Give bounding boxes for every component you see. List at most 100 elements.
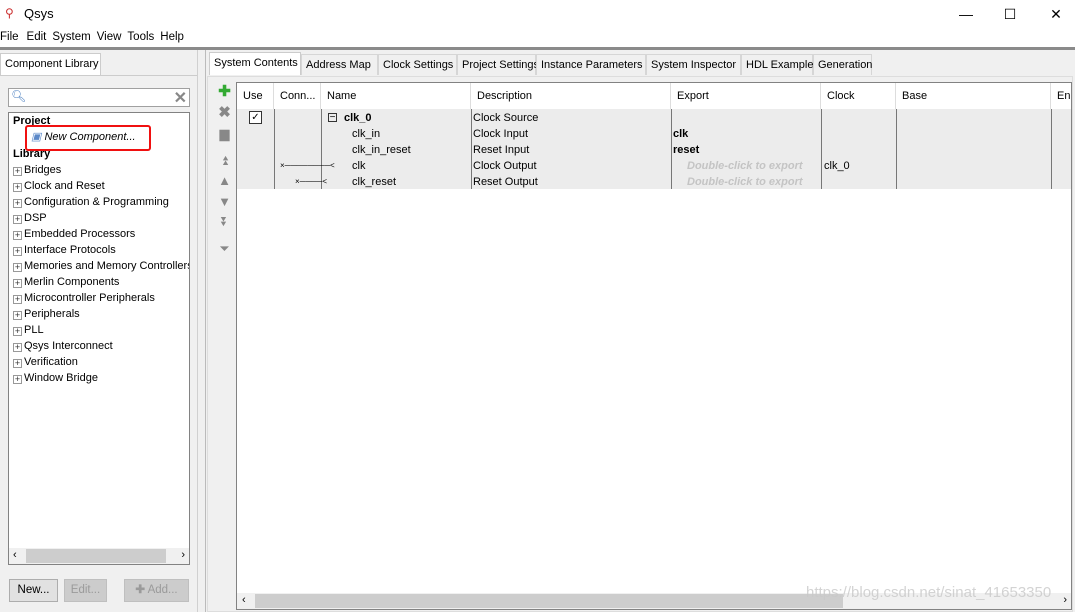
expand-icon[interactable]: + — [13, 263, 22, 272]
description-cell: Reset Input — [473, 144, 530, 156]
expand-icon[interactable]: + — [13, 327, 22, 336]
scroll-right-icon: › — [1063, 594, 1067, 606]
library-label: Library — [13, 148, 51, 160]
expand-icon[interactable]: + — [13, 247, 22, 256]
move-top-icon[interactable]: ⏫︎ — [217, 154, 232, 168]
library-item[interactable]: + DSP — [13, 212, 47, 224]
scrollbar-thumb[interactable] — [26, 549, 166, 563]
expand-icon[interactable]: + — [13, 375, 22, 384]
menu-file[interactable]: File — [0, 28, 23, 43]
column-divider — [274, 109, 275, 189]
tab-system-contents[interactable]: System Contents — [209, 52, 301, 75]
new-button[interactable]: New... — [9, 579, 58, 602]
column-divider — [1051, 109, 1052, 189]
column-header-end[interactable]: End — [1051, 83, 1071, 109]
library-item[interactable]: + Embedded Processors — [13, 228, 135, 240]
expand-icon[interactable]: + — [13, 279, 22, 288]
tab-component-library[interactable]: Component Library — [0, 53, 101, 76]
minimize-button[interactable]: — — [943, 0, 989, 28]
library-item[interactable]: + Memories and Memory Controllers — [13, 260, 189, 272]
collapse-icon[interactable]: − — [328, 113, 337, 123]
filter-icon[interactable]: ⏷ — [217, 242, 232, 256]
library-item[interactable]: + Interface Protocols — [13, 244, 116, 256]
use-checkbox[interactable]: ✓ — [249, 111, 262, 124]
connection-icon[interactable]: ×────< — [295, 174, 327, 190]
expand-icon[interactable]: + — [13, 183, 22, 192]
library-item[interactable]: + Merlin Components — [13, 276, 119, 288]
connection-icon[interactable]: ×────────< — [280, 158, 335, 174]
expand-icon[interactable]: + — [13, 231, 22, 240]
scroll-left-icon: ‹ — [13, 549, 17, 561]
tab-address-map[interactable]: Address Map — [301, 54, 378, 75]
tab-instance-parameters[interactable]: Instance Parameters — [536, 54, 646, 75]
library-item[interactable]: + PLL — [13, 324, 44, 336]
watermark: https://blog.csdn.net/sinat_41653350 — [806, 584, 1052, 601]
expand-icon[interactable]: + — [13, 359, 22, 368]
export-cell[interactable]: Double-click to export — [687, 174, 803, 190]
library-item[interactable]: + Peripherals — [13, 308, 80, 320]
maximize-button[interactable]: ☐ — [987, 0, 1033, 28]
tab-system-inspector[interactable]: System Inspector — [646, 54, 741, 75]
tab-hdl-example[interactable]: HDL Example — [741, 54, 813, 75]
tab-bar: System Contents Address Map Clock Settings… — [209, 52, 872, 75]
edit-icon[interactable]: ▆ — [217, 127, 232, 141]
search-input[interactable]: 🔍︎ ✕ — [8, 88, 190, 107]
scroll-left-icon: ‹ — [242, 594, 246, 606]
name-cell[interactable]: clk_reset — [352, 174, 396, 190]
column-header-description[interactable]: Description — [471, 83, 671, 109]
library-item[interactable]: + Verification — [13, 356, 78, 368]
clock-cell[interactable]: clk_0 — [824, 158, 850, 174]
library-item[interactable]: + Clock and Reset — [13, 180, 105, 192]
close-button[interactable]: ✕ — [1033, 0, 1075, 28]
menu-edit[interactable]: Edit — [23, 28, 51, 43]
name-cell[interactable]: clk_in_reset — [352, 142, 411, 158]
tab-clock-settings[interactable]: Clock Settings — [378, 54, 457, 75]
expand-icon[interactable]: + — [13, 167, 22, 176]
tab-project-settings[interactable]: Project Settings — [457, 54, 539, 75]
column-divider — [471, 109, 472, 189]
column-header-export[interactable]: Export — [671, 83, 821, 109]
column-divider — [896, 109, 897, 189]
clear-icon[interactable]: ✕ — [174, 88, 187, 108]
scrollbar-thumb[interactable] — [255, 594, 843, 608]
name-cell[interactable]: clk — [352, 158, 365, 174]
add-button[interactable]: ✚ Add... — [124, 579, 189, 602]
library-item[interactable]: + Microcontroller Peripherals — [13, 292, 155, 304]
export-cell[interactable]: reset — [673, 142, 699, 158]
move-bottom-icon[interactable]: ⏬︎ — [217, 215, 232, 229]
tab-generation[interactable]: Generation — [813, 54, 872, 75]
menu-system[interactable]: System — [50, 28, 94, 43]
menu-view[interactable]: View — [95, 28, 126, 43]
expand-icon[interactable]: + — [13, 199, 22, 208]
menu-help[interactable]: Help — [158, 28, 188, 43]
column-header-name[interactable]: Name — [321, 83, 471, 109]
window-title: Qsys — [24, 6, 54, 21]
expand-icon[interactable]: + — [13, 311, 22, 320]
library-item[interactable]: + Window Bridge — [13, 372, 98, 384]
library-item[interactable]: + Configuration & Programming — [13, 196, 169, 208]
move-up-icon[interactable]: ▲ — [217, 174, 232, 188]
menu-tools[interactable]: Tools — [125, 28, 158, 43]
column-header-use[interactable]: Use — [237, 83, 274, 109]
search-icon: 🔍︎ — [11, 89, 27, 103]
column-header-clock[interactable]: Clock — [821, 83, 896, 109]
description-cell: Reset Output — [473, 176, 538, 188]
export-cell[interactable]: Double-click to export — [687, 158, 803, 174]
library-item[interactable]: + Bridges — [13, 164, 61, 176]
expand-icon[interactable]: + — [13, 215, 22, 224]
move-down-icon[interactable]: ▼ — [217, 195, 232, 209]
description-cell: Clock Input — [473, 128, 529, 140]
remove-icon[interactable]: ✖ — [217, 105, 232, 120]
column-header-base[interactable]: Base — [896, 83, 1051, 109]
expand-icon[interactable]: + — [13, 295, 22, 304]
horizontal-scrollbar[interactable]: ‹ › — [9, 548, 189, 564]
column-header-conn[interactable]: Conn... — [274, 83, 321, 109]
expand-icon[interactable]: + — [13, 343, 22, 352]
export-cell[interactable]: clk — [673, 126, 688, 142]
add-icon[interactable]: ✚ — [217, 84, 232, 99]
library-item[interactable]: + Qsys Interconnect — [13, 340, 113, 352]
name-cell[interactable]: clk_0 — [344, 110, 372, 126]
edit-button[interactable]: Edit... — [64, 579, 107, 602]
name-cell[interactable]: clk_in — [352, 126, 380, 142]
system-table: Use Conn... Name Description Export Clock Base… — [236, 82, 1072, 610]
